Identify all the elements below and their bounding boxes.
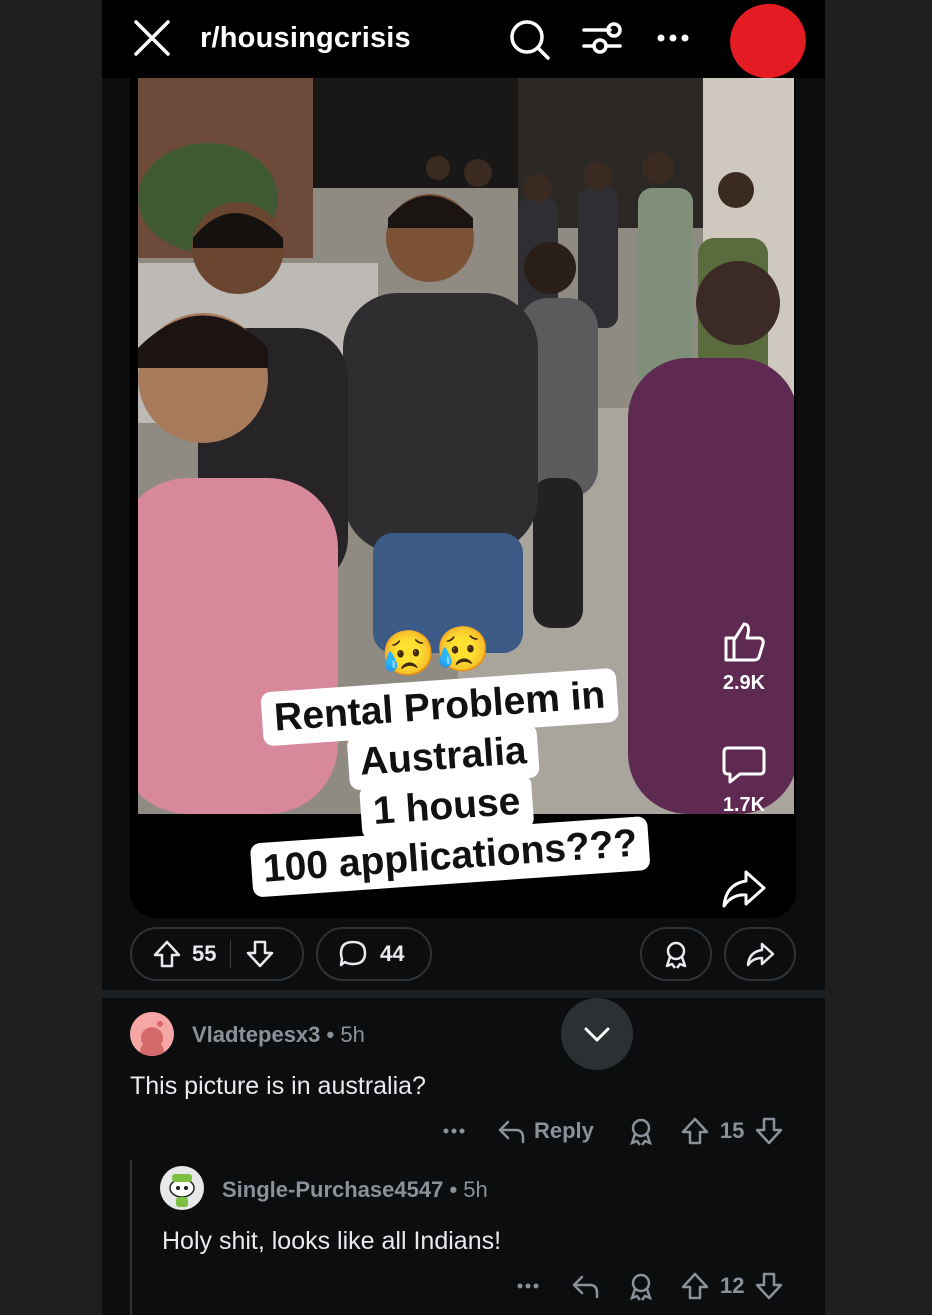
video-caption: 😥😥 Rental Problem in Australia 1 house 1…: [200, 610, 687, 898]
comment-score: 15: [719, 1118, 745, 1143]
reply-icon[interactable]: [496, 1116, 526, 1146]
video-share-group[interactable]: [714, 864, 774, 912]
comment-meta: Single-Purchase4547 • 5h: [222, 1177, 488, 1203]
upvote-icon[interactable]: [680, 1271, 710, 1301]
comment-username[interactable]: Vladtepesx3: [192, 1022, 320, 1047]
avatar[interactable]: [130, 1012, 174, 1056]
video-comment-group[interactable]: 1.7K: [714, 740, 774, 817]
upvote-icon[interactable]: [680, 1116, 710, 1146]
downvote-icon[interactable]: [754, 1271, 784, 1301]
upvote-count: 55: [192, 941, 217, 966]
video-like-count: 2.9K: [722, 672, 766, 694]
award-icon[interactable]: [626, 1271, 656, 1301]
award-icon[interactable]: [626, 1116, 656, 1146]
vote-pill: 55: [130, 927, 304, 981]
comment-username[interactable]: Single-Purchase4547: [222, 1177, 443, 1202]
more-icon[interactable]: [440, 1116, 470, 1146]
snoo-avatar-icon: [140, 1021, 164, 1056]
subreddit-title[interactable]: r/housingcrisis: [200, 22, 411, 55]
post-media[interactable]: 😥😥 Rental Problem in Australia 1 house 1…: [130, 78, 796, 918]
comment-actions: 12: [514, 1271, 784, 1301]
snoo-avatar-icon: [169, 1174, 195, 1207]
share-arrow-icon[interactable]: [720, 864, 768, 912]
scroll-down-button[interactable]: [561, 998, 633, 1070]
comment-body: This picture is in australia?: [130, 1072, 426, 1100]
comment-body: Holy shit, looks like all Indians!: [162, 1227, 502, 1255]
share-icon: [746, 942, 775, 967]
search-icon[interactable]: [508, 18, 552, 62]
reply-button[interactable]: Reply: [534, 1118, 594, 1144]
comment-score: 12: [720, 1273, 745, 1298]
downvote-icon[interactable]: [245, 939, 275, 969]
more-icon[interactable]: [514, 1271, 544, 1301]
comment-time: 5h: [463, 1177, 488, 1202]
video-like-group[interactable]: 2.9K: [714, 618, 774, 695]
comment-icon: [339, 940, 367, 967]
filter-icon[interactable]: [580, 18, 624, 58]
comment-actions: Reply 15: [440, 1116, 784, 1146]
thumbs-up-icon[interactable]: [720, 618, 768, 666]
downvote-icon[interactable]: [754, 1116, 784, 1146]
award-icon: [665, 941, 687, 969]
reply-icon[interactable]: [570, 1271, 600, 1301]
section-separator: [102, 990, 825, 998]
chat-bubble-icon[interactable]: [720, 740, 768, 788]
top-bar: r/housingcrisis: [102, 0, 825, 89]
close-icon[interactable]: [132, 18, 172, 58]
user-avatar-redacted[interactable]: [719, 0, 817, 89]
video-comment-count: 1.7K: [722, 794, 766, 816]
comment-time: 5h: [340, 1022, 365, 1047]
comment-meta: Vladtepesx3 • 5h: [192, 1022, 365, 1048]
upvote-icon[interactable]: [152, 939, 182, 969]
avatar[interactable]: [160, 1166, 204, 1210]
vote-divider: [230, 940, 232, 968]
comment-count: 44: [380, 941, 405, 966]
comments-button[interactable]: 44: [316, 927, 432, 981]
meta-separator: •: [326, 1022, 341, 1047]
more-icon[interactable]: [655, 26, 691, 50]
chevron-down-icon: [584, 1027, 610, 1042]
meta-separator: •: [449, 1177, 464, 1202]
share-button[interactable]: [724, 927, 796, 981]
thread-line[interactable]: [130, 1160, 132, 1315]
app-screen: r/housingcrisis 😥😥 Rental Problem in Aus…: [102, 0, 825, 1315]
award-button[interactable]: [640, 927, 712, 981]
